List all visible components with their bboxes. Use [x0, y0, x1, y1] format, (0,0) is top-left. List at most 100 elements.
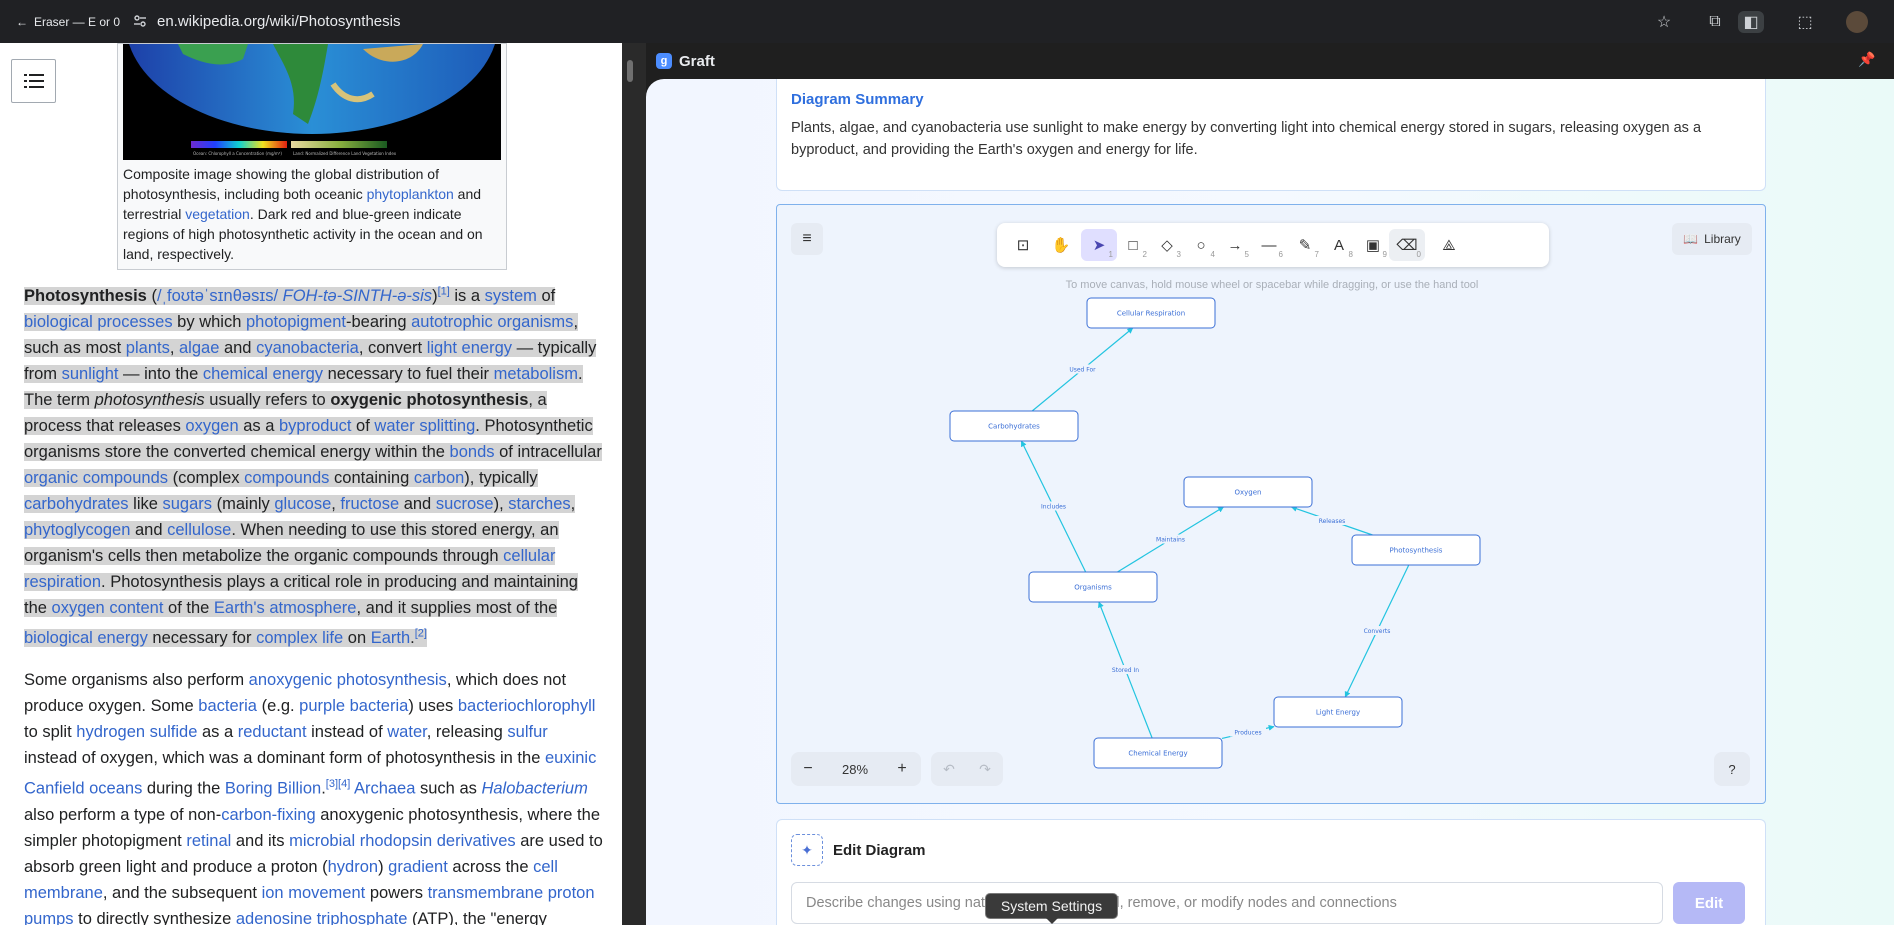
- article-link[interactable]: algae: [179, 339, 219, 357]
- article-link[interactable]: cyanobacteria: [256, 339, 359, 357]
- selection-tool-button[interactable]: ➤ 1: [1081, 229, 1117, 261]
- main-menu-button[interactable]: ≡: [791, 223, 823, 255]
- profile-avatar[interactable]: [1846, 11, 1868, 33]
- article-link[interactable]: purple bacteria: [299, 697, 408, 715]
- article-link[interactable]: compounds: [244, 469, 329, 487]
- hand-tool-button[interactable]: ✋: [1043, 229, 1079, 261]
- article-link[interactable]: FOH-tə-SINTH-ə-sis: [283, 287, 432, 305]
- article-link[interactable]: biological processes: [24, 313, 173, 331]
- article-link[interactable]: sulfur: [507, 723, 547, 741]
- article-link[interactable]: anoxygenic photosynthesis: [249, 671, 447, 689]
- tab-search-icon[interactable]: ⬚: [1794, 11, 1816, 33]
- redo-icon[interactable]: ↷: [979, 761, 991, 778]
- zoom-in-button[interactable]: +: [885, 760, 919, 778]
- article-link[interactable]: Earth: [371, 629, 410, 647]
- article-link[interactable]: oxygen: [185, 417, 238, 435]
- diamond-tool-button[interactable]: ◇ 3: [1149, 229, 1185, 261]
- diagram-drawing[interactable]: Used For Includes Maintains Releases Convert…: [777, 205, 1767, 805]
- pin-icon[interactable]: 📌: [1858, 51, 1875, 68]
- article-link[interactable]: byproduct: [279, 417, 351, 435]
- article-link[interactable]: carbon-fixing: [221, 806, 315, 824]
- rectangle-tool-button[interactable]: □ 2: [1115, 229, 1151, 261]
- line-tool-button[interactable]: —6: [1251, 229, 1287, 261]
- article-link[interactable]: gradient: [388, 858, 448, 876]
- article-link[interactable]: reductant: [238, 723, 307, 741]
- extensions-icon[interactable]: ⧉: [1704, 11, 1726, 33]
- article-link[interactable]: carbon: [414, 469, 464, 487]
- diagram-canvas[interactable]: Used For Includes Maintains Releases Convert…: [776, 204, 1766, 804]
- article-link[interactable]: metabolism: [494, 365, 578, 383]
- article-link[interactable]: Boring Billion: [225, 780, 321, 798]
- article-link[interactable]: complex life: [256, 629, 343, 647]
- edit-description-input[interactable]: [791, 882, 1663, 924]
- shapes-tool-button[interactable]: ⟁: [1431, 229, 1467, 261]
- bookmark-star-icon[interactable]: ☆: [1653, 11, 1675, 33]
- article-link[interactable]: autotrophic organisms: [411, 313, 573, 331]
- citation-ref[interactable]: [1]: [438, 285, 450, 297]
- article-link[interactable]: chemical energy: [203, 365, 323, 383]
- undo-icon[interactable]: ↶: [943, 761, 955, 778]
- article-link[interactable]: plants: [126, 339, 170, 357]
- table-of-contents-button[interactable]: [11, 59, 56, 103]
- article-link[interactable]: sunlight: [62, 365, 119, 383]
- image-tool-button[interactable]: ▣ 9: [1355, 229, 1391, 261]
- article-link[interactable]: ion movement: [262, 884, 366, 902]
- edit-submit-button[interactable]: Edit: [1673, 882, 1745, 924]
- back-tab-button[interactable]: ← Eraser — E or 0: [8, 10, 128, 34]
- article-link[interactable]: organic compounds: [24, 469, 168, 487]
- article-link[interactable]: microbial rhodopsin derivatives: [289, 832, 516, 850]
- article-link[interactable]: starches: [508, 495, 570, 513]
- side-panel-icon[interactable]: ◧: [1738, 11, 1764, 33]
- article-link[interactable]: adenosine triphosphate: [236, 910, 408, 925]
- article-link[interactable]: oxygen content: [52, 599, 164, 617]
- scrollbar-thumb[interactable]: [627, 60, 633, 82]
- help-button[interactable]: ?: [1714, 752, 1750, 786]
- site-settings-icon[interactable]: [132, 13, 148, 29]
- article-link[interactable]: bonds: [450, 443, 495, 461]
- article-link[interactable]: retinal: [186, 832, 231, 850]
- article-link[interactable]: glucose: [274, 495, 331, 513]
- citation-ref[interactable]: [3][4]: [326, 778, 350, 790]
- article-link[interactable]: carbohydrates: [24, 495, 129, 513]
- caption-link[interactable]: phytoplankton: [367, 186, 454, 202]
- text-tool-button[interactable]: A8: [1321, 229, 1357, 261]
- zoom-level[interactable]: 28%: [825, 762, 885, 777]
- global-photosynthesis-map-image[interactable]: Ocean: Chlorophyll a Concentration (mg/m…: [123, 44, 501, 160]
- line-icon: —: [1261, 236, 1277, 254]
- tooltip-pointer: [1046, 918, 1058, 924]
- zoom-out-button[interactable]: −: [791, 760, 825, 778]
- article-link[interactable]: Earth's atmosphere: [214, 599, 357, 617]
- article-link[interactable]: bacteriochlorophyll: [458, 697, 596, 715]
- article-link[interactable]: cellulose: [167, 521, 231, 539]
- lock-tool-button[interactable]: ⊡: [1005, 229, 1041, 261]
- article-link[interactable]: biological energy: [24, 629, 148, 647]
- library-button[interactable]: 📖 Library: [1672, 223, 1752, 255]
- pencil-tool-button[interactable]: ✎ 7: [1287, 229, 1323, 261]
- article-link[interactable]: bacteria: [198, 697, 257, 715]
- address-bar-url[interactable]: en.wikipedia.org/wiki/Photosynthesis: [157, 13, 400, 30]
- article-link[interactable]: water splitting: [374, 417, 475, 435]
- article-link[interactable]: fructose: [340, 495, 399, 513]
- eraser-tool-button[interactable]: ⌫ 0: [1389, 229, 1425, 261]
- article-link[interactable]: /ˌfoʊtəˈsɪnθəsɪs/: [157, 287, 278, 305]
- article-link[interactable]: photopigment: [246, 313, 346, 331]
- article-text: and: [130, 520, 168, 539]
- article-link[interactable]: light energy: [427, 339, 512, 357]
- article-link[interactable]: Halobacterium: [481, 780, 587, 798]
- article-link[interactable]: hydron: [328, 858, 378, 876]
- citation-ref[interactable]: [2]: [415, 628, 427, 640]
- article-link[interactable]: system: [485, 287, 537, 305]
- caption-link[interactable]: vegetation: [185, 206, 250, 222]
- article-link[interactable]: hydrogen sulfide: [76, 723, 197, 741]
- article-text: Some organisms also perform: [24, 671, 249, 689]
- article-link[interactable]: Archaea: [354, 780, 415, 798]
- shortcut-key: 5: [1244, 250, 1249, 259]
- panel-resize-divider[interactable]: [622, 43, 646, 925]
- article-link[interactable]: sugars: [163, 495, 213, 513]
- article-link[interactable]: phytoglycogen: [24, 521, 130, 539]
- lock-icon: ⊡: [1016, 237, 1030, 254]
- article-link[interactable]: sucrose: [436, 495, 494, 513]
- ellipse-tool-button[interactable]: ○ 4: [1183, 229, 1219, 261]
- arrow-tool-button[interactable]: → 5: [1217, 229, 1253, 261]
- article-link[interactable]: water: [387, 723, 426, 741]
